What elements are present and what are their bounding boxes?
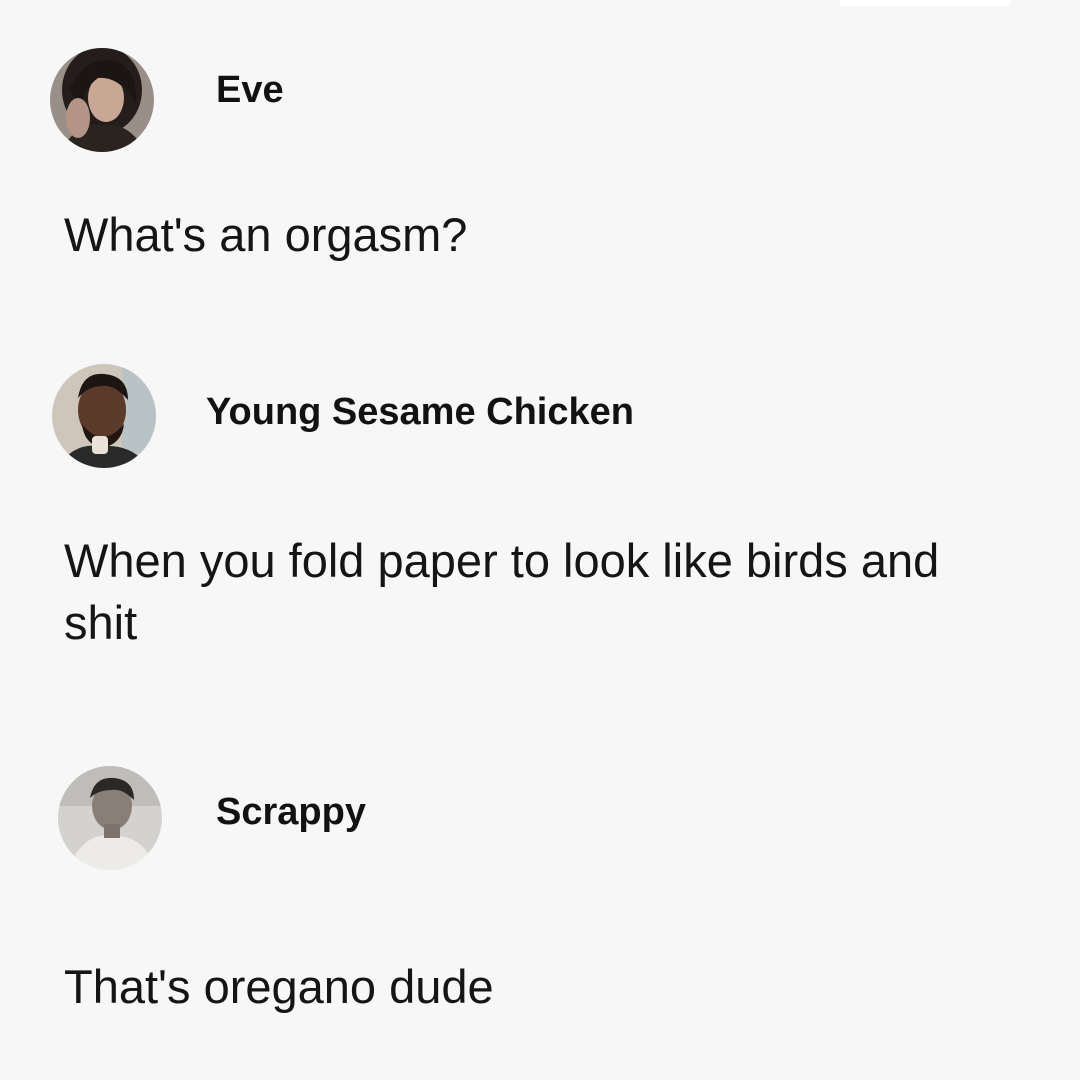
author-name[interactable]: Eve: [216, 68, 284, 112]
author-name[interactable]: Scrappy: [216, 790, 366, 834]
profile-photo-icon: [50, 48, 154, 152]
top-edge-highlight: [840, 0, 1010, 6]
avatar-scrappy[interactable]: [58, 766, 162, 870]
comment-text: That's oregano dude: [64, 960, 494, 1013]
profile-photo-icon: [52, 364, 156, 468]
avatar-young-sesame-chicken[interactable]: [52, 364, 156, 468]
author-name[interactable]: Young Sesame Chicken: [206, 390, 634, 434]
profile-photo-icon: [58, 766, 162, 870]
comment-text: What's an orgasm?: [64, 208, 468, 261]
comment-header: Young Sesame Chicken: [0, 362, 1080, 472]
comment-header: Eve: [0, 48, 1080, 158]
comment-header: Scrappy: [0, 764, 1080, 874]
comment-text: When you fold paper to look like birds a…: [64, 534, 940, 649]
avatar-eve[interactable]: [50, 48, 154, 152]
